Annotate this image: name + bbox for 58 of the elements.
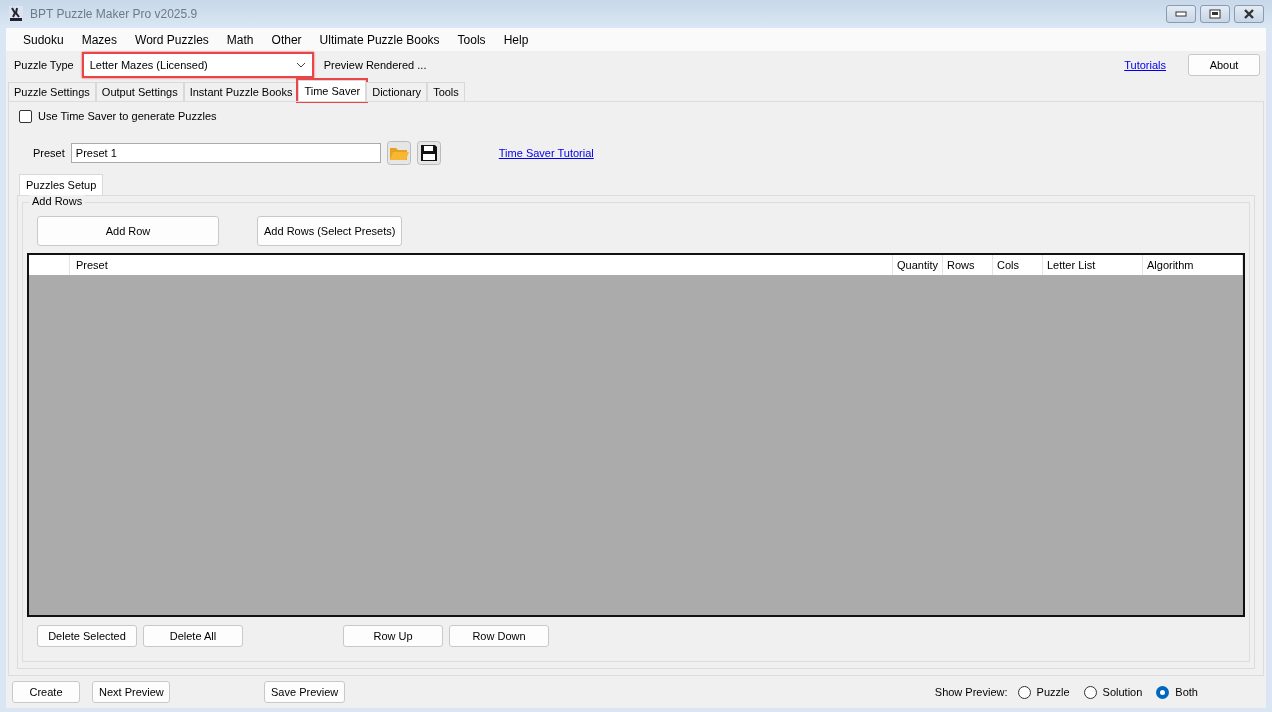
tab[interactable]: Time Saver [298,80,367,101]
restore-icon [1209,9,1221,19]
column-header[interactable]: Letter List [1043,255,1143,275]
menu-item[interactable]: Help [494,32,538,47]
menu-item[interactable]: Mazes [72,32,127,47]
add-row-button[interactable]: Add Rows (Select Presets) [257,216,403,246]
group-title: Add Rows [29,195,86,207]
column-header[interactable]: Preset [70,255,893,275]
radio-button[interactable] [1017,685,1031,699]
show-preview-label: Show Preview: [934,686,1008,698]
tab[interactable]: Instant Puzzle Books [183,82,299,101]
column-header[interactable]: Rows [943,255,993,275]
checkbox-label: Use Time Saver to generate Puzzles [38,110,217,122]
window-title: BPT Puzzle Maker Pro v2025.9 [30,7,198,21]
maximize-button[interactable] [1200,5,1230,23]
bottom-button[interactable]: Save Preview [264,681,346,703]
tab[interactable]: Output Settings [95,82,184,101]
menu-item[interactable]: Ultimate Puzzle Books [310,32,449,47]
row-button[interactable]: Row Up [343,625,443,647]
row-button[interactable]: Delete All [143,625,243,647]
tab[interactable]: Dictionary [366,82,428,101]
tutorials-link[interactable]: Tutorials [1124,59,1166,71]
close-icon [1243,9,1255,19]
menu-item[interactable]: Math [217,32,263,47]
puzzle-type-dropdown[interactable]: Letter Mazes (Licensed) [81,52,314,78]
menu-item[interactable]: Word Puzzles [126,32,218,47]
preset-field[interactable]: Preset 1 [70,143,381,163]
column-header[interactable]: Algorithm [1143,255,1243,275]
tab[interactable]: Puzzle Settings [8,82,96,101]
about-button[interactable]: About [1188,54,1260,76]
menu-item[interactable]: Sudoku [14,32,73,47]
radio-label: Solution [1102,686,1143,698]
time-saver-tutorial-link[interactable]: Time Saver Tutorial [498,147,594,159]
app-logo-icon [8,5,24,23]
status-text: Preview Rendered ... [323,59,427,71]
puzzle-type-label: Puzzle Type [13,59,75,71]
minimize-button[interactable] [1166,5,1196,23]
minimize-icon [1175,11,1187,17]
close-button[interactable] [1234,5,1264,23]
preset-label: Preset [33,147,65,159]
bottom-button[interactable]: Next Preview [92,681,170,703]
caret-icon [295,62,306,68]
add-row-button[interactable]: Add Row [37,216,219,246]
tab[interactable]: Tools [427,82,465,101]
column-header[interactable]: Quantity [893,255,943,275]
row-button[interactable]: Delete Selected [37,625,137,647]
radio-button[interactable] [1083,685,1097,699]
menu-item[interactable]: Other [262,32,311,47]
tab[interactable]: Puzzles Setup [19,174,104,195]
checkbox[interactable] [19,109,32,123]
save-icon[interactable] [416,141,441,165]
radio-button[interactable] [1156,685,1170,699]
radio-label: Both [1175,686,1198,698]
menu-item[interactable]: Tools [448,32,495,47]
radio-label: Puzzle [1036,686,1070,698]
bottom-button[interactable]: Create [12,681,80,703]
row-button[interactable]: Row Down [449,625,549,647]
column-header[interactable]: Cols [993,255,1043,275]
